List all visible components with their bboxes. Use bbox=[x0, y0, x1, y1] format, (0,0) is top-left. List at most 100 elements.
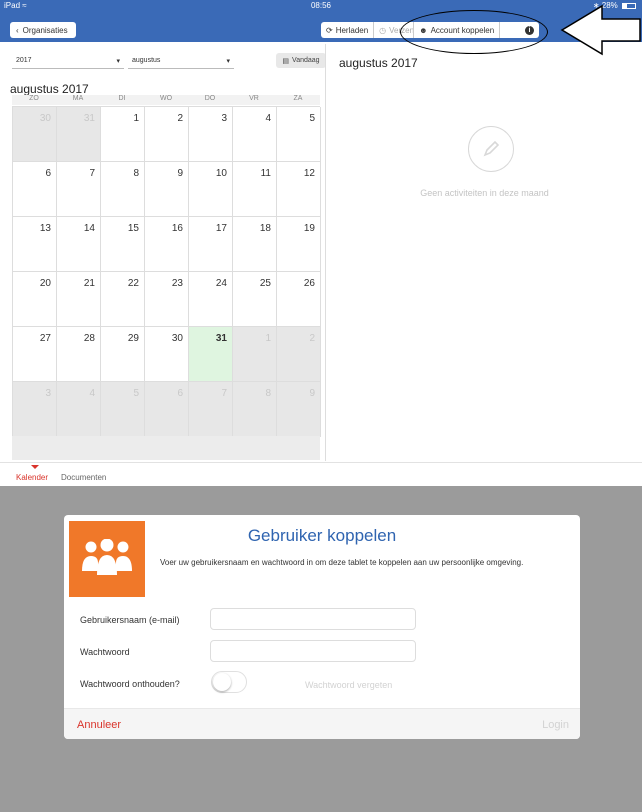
reload-button[interactable]: ⟳ Herladen bbox=[321, 22, 375, 38]
calendar-day[interactable]: 8 bbox=[101, 162, 145, 217]
calendar-day[interactable]: 2 bbox=[145, 107, 189, 162]
day-number: 1 bbox=[265, 333, 271, 344]
toggle-knob bbox=[213, 673, 231, 691]
password-label: Wachtwoord bbox=[80, 647, 130, 657]
calendar-day[interactable]: 10 bbox=[189, 162, 233, 217]
calendar-day[interactable]: 18 bbox=[233, 217, 277, 272]
day-number: 4 bbox=[89, 388, 95, 399]
day-number: 26 bbox=[303, 278, 315, 289]
weekday-label: ZO bbox=[29, 95, 39, 102]
day-number: 5 bbox=[133, 388, 139, 399]
calendar-grid: 30 31 1 2 3 4 5 6 7 8 9 10 11 12 13 14 15 16 17 18 19 20 21 22 2… bbox=[12, 106, 321, 437]
day-number: 31 bbox=[215, 333, 227, 344]
calendar-day[interactable]: 29 bbox=[101, 327, 145, 382]
today-button[interactable]: ▤ Vandaag bbox=[276, 53, 326, 68]
remember-password-label: Wachtwoord onthouden? bbox=[80, 679, 180, 689]
calendar-day[interactable]: 14 bbox=[57, 217, 101, 272]
day-number: 13 bbox=[39, 223, 51, 234]
year-select[interactable]: 2017 ▾ bbox=[12, 53, 124, 69]
calendar-day[interactable]: 4 bbox=[57, 382, 101, 437]
calendar-day[interactable]: 1 bbox=[233, 327, 277, 382]
status-time: 08:56 bbox=[310, 1, 332, 10]
day-number: 6 bbox=[177, 388, 183, 399]
calendar-day[interactable]: 1 bbox=[101, 107, 145, 162]
day-number: 25 bbox=[259, 278, 271, 289]
calendar-day[interactable]: 20 bbox=[13, 272, 57, 327]
calendar-day[interactable]: 28 bbox=[57, 327, 101, 382]
calendar-day[interactable]: 5 bbox=[101, 382, 145, 437]
tab-documents[interactable]: Documenten bbox=[61, 473, 106, 482]
day-number: 30 bbox=[171, 333, 183, 344]
username-input[interactable] bbox=[210, 608, 416, 630]
day-number: 6 bbox=[45, 168, 51, 179]
active-tab-indicator bbox=[31, 465, 39, 469]
day-number: 19 bbox=[303, 223, 315, 234]
organisations-label: Organisaties bbox=[22, 25, 68, 35]
calendar-day[interactable]: 4 bbox=[233, 107, 277, 162]
day-number: 11 bbox=[260, 168, 271, 179]
day-number: 2 bbox=[177, 113, 183, 124]
calendar-day[interactable]: 5 bbox=[277, 107, 321, 162]
day-number: 31 bbox=[83, 113, 95, 124]
cancel-button[interactable]: Annuleer bbox=[77, 719, 121, 731]
calendar-day[interactable]: 9 bbox=[145, 162, 189, 217]
calendar-day[interactable]: 25 bbox=[233, 272, 277, 327]
calendar-day[interactable]: 7 bbox=[57, 162, 101, 217]
calendar-day[interactable]: 7 bbox=[189, 382, 233, 437]
calendar-day[interactable]: 6 bbox=[13, 162, 57, 217]
tab-calendar[interactable]: Kalender bbox=[16, 473, 48, 482]
day-number: 18 bbox=[259, 223, 271, 234]
calendar-day[interactable]: 3 bbox=[13, 382, 57, 437]
organisations-button[interactable]: ‹ Organisaties bbox=[10, 22, 76, 38]
calendar-day[interactable]: 30 bbox=[13, 107, 57, 162]
calendar-day[interactable]: 24 bbox=[189, 272, 233, 327]
calendar-day[interactable]: 2 bbox=[277, 327, 321, 382]
calendar-day[interactable]: 17 bbox=[189, 217, 233, 272]
day-number: 12 bbox=[303, 168, 315, 179]
remember-password-toggle[interactable] bbox=[211, 671, 247, 693]
weekday-label: DI bbox=[118, 95, 126, 102]
calendar-day[interactable]: 31 bbox=[57, 107, 101, 162]
day-number: 8 bbox=[265, 388, 271, 399]
activity-pane: augustus 2017 Geen activiteiten in deze … bbox=[325, 44, 642, 461]
day-number: 3 bbox=[221, 113, 227, 124]
calendar-day[interactable]: 11 bbox=[233, 162, 277, 217]
calendar-day-today[interactable]: 31 bbox=[189, 327, 233, 382]
calendar-icon: ▤ bbox=[282, 57, 290, 65]
weekday-label: WO bbox=[159, 95, 173, 102]
calendar-day[interactable]: 6 bbox=[145, 382, 189, 437]
calendar-day[interactable]: 27 bbox=[13, 327, 57, 382]
calendar-day[interactable]: 21 bbox=[57, 272, 101, 327]
day-number: 3 bbox=[45, 388, 51, 399]
day-number: 16 bbox=[171, 223, 183, 234]
calendar-day[interactable]: 30 bbox=[145, 327, 189, 382]
day-number: 9 bbox=[177, 168, 183, 179]
empty-message: Geen activiteiten in deze maand bbox=[420, 188, 549, 198]
dialog-description: Voer uw gebruikersnaam en wachtwoord in … bbox=[160, 558, 524, 567]
calendar-day[interactable]: 15 bbox=[101, 217, 145, 272]
calendar-day[interactable]: 19 bbox=[277, 217, 321, 272]
dialog-footer: Annuleer Login bbox=[64, 708, 580, 739]
forgot-password-link[interactable]: Wachtwoord vergeten bbox=[305, 680, 392, 690]
day-number: 30 bbox=[39, 113, 51, 124]
bottom-tab-bar: Kalender Documenten bbox=[0, 462, 642, 486]
day-number: 29 bbox=[127, 333, 139, 344]
password-input[interactable] bbox=[210, 640, 416, 662]
calendar-day[interactable]: 12 bbox=[277, 162, 321, 217]
login-button[interactable]: Login bbox=[542, 719, 569, 731]
calendar-day[interactable]: 16 bbox=[145, 217, 189, 272]
month-select[interactable]: augustus ▾ bbox=[128, 53, 234, 69]
day-number: 9 bbox=[309, 388, 315, 399]
day-number: 8 bbox=[133, 168, 139, 179]
calendar-day[interactable]: 9 bbox=[277, 382, 321, 437]
calendar-day[interactable]: 23 bbox=[145, 272, 189, 327]
calendar-day[interactable]: 26 bbox=[277, 272, 321, 327]
day-number: 7 bbox=[89, 168, 95, 179]
weekday-header: ZO MA DI WO DO VR ZA bbox=[12, 95, 320, 105]
day-number: 4 bbox=[265, 113, 271, 124]
calendar-day[interactable]: 13 bbox=[13, 217, 57, 272]
calendar-day[interactable]: 22 bbox=[101, 272, 145, 327]
day-number: 22 bbox=[127, 278, 139, 289]
calendar-day[interactable]: 8 bbox=[233, 382, 277, 437]
calendar-day[interactable]: 3 bbox=[189, 107, 233, 162]
